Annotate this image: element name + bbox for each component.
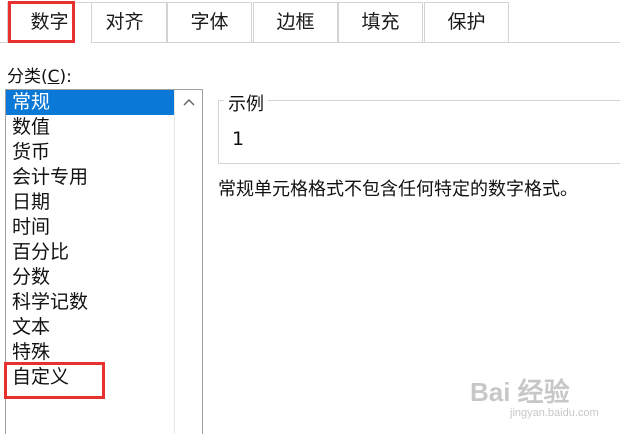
tab-fill[interactable]: 填充 (338, 2, 423, 42)
category-item-accounting[interactable]: 会计专用 (6, 165, 176, 190)
category-item-general[interactable]: 常规 (6, 90, 176, 115)
tab-alignment[interactable]: 对齐 (82, 2, 167, 42)
watermark-text: Bai 经验 (470, 377, 570, 407)
category-list: 常规 数值 货币 会计专用 日期 时间 百分比 分数 科学记数 文本 特殊 自定… (6, 90, 176, 390)
category-item-date[interactable]: 日期 (6, 190, 176, 215)
category-item-fraction[interactable]: 分数 (6, 265, 176, 290)
sample-legend: 示例 (224, 90, 268, 116)
category-scrollbar[interactable] (174, 90, 202, 434)
tab-border[interactable]: 边框 (253, 2, 338, 42)
category-item-custom[interactable]: 自定义 (6, 365, 176, 390)
format-description: 常规单元格格式不包含任何特定的数字格式。 (218, 179, 578, 200)
sample-group (218, 100, 620, 164)
sample-value: 1 (232, 128, 245, 150)
baidu-watermark: Bai 经验 jingyan.baidu.com (470, 372, 599, 419)
tab-number[interactable]: 数字 (7, 2, 92, 43)
category-item-currency[interactable]: 货币 (6, 140, 176, 165)
tab-font[interactable]: 字体 (167, 2, 252, 42)
category-item-time[interactable]: 时间 (6, 215, 176, 240)
category-item-number[interactable]: 数值 (6, 115, 176, 140)
category-listbox[interactable]: 常规 数值 货币 会计专用 日期 时间 百分比 分数 科学记数 文本 特殊 自定… (5, 89, 203, 434)
category-item-scientific[interactable]: 科学记数 (6, 290, 176, 315)
chevron-up-icon (183, 99, 194, 106)
tab-protection[interactable]: 保护 (424, 2, 509, 42)
category-label: 分类(C): (7, 67, 72, 87)
tab-bar: 数字 对齐 字体 边框 填充 保护 (0, 0, 620, 43)
category-item-percentage[interactable]: 百分比 (6, 240, 176, 265)
tab-bar-divider (0, 42, 620, 43)
category-item-special[interactable]: 特殊 (6, 340, 176, 365)
category-item-text[interactable]: 文本 (6, 315, 176, 340)
scroll-up-button[interactable] (175, 90, 202, 114)
